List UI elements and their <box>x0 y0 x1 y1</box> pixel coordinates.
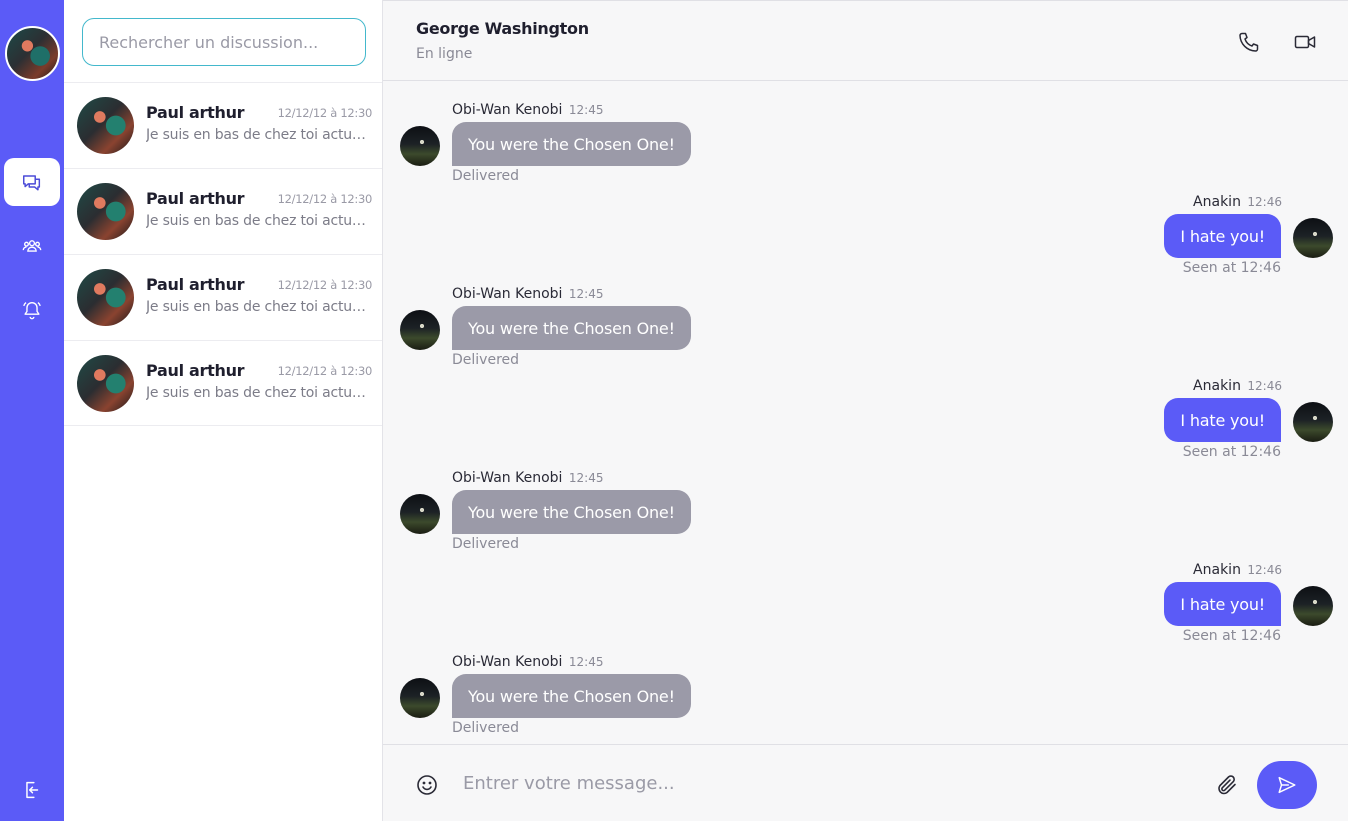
incoming-message: Obi-Wan Kenobi 12:45 You were the Chosen … <box>383 102 1348 192</box>
message-bubble[interactable]: I hate you! <box>1164 398 1281 442</box>
bell-icon <box>23 301 41 320</box>
conversation-date: 12/12/12 à 12:30 <box>277 192 373 206</box>
message-meta: Obi-Wan Kenobi 12:45 <box>452 470 604 486</box>
message-meta: Obi-Wan Kenobi 12:45 <box>452 654 604 670</box>
message-input[interactable] <box>463 765 1183 801</box>
conversation-list: Paul arthur 12/12/12 à 12:30 Je suis en … <box>64 82 382 426</box>
nav-rail <box>0 0 64 821</box>
message-time: 12:45 <box>568 103 604 117</box>
conversation-item[interactable]: Paul arthur 12/12/12 à 12:30 Je suis en … <box>64 82 382 168</box>
message-sender: Obi-Wan Kenobi <box>452 286 563 302</box>
contact-name: George Washington <box>416 19 589 38</box>
outgoing-message: Anakin 12:46 I hate you! Seen at 12:46 <box>383 562 1348 652</box>
users-group-icon <box>22 240 42 252</box>
message-time: 12:45 <box>568 655 604 669</box>
avatar <box>400 310 440 350</box>
conversation-name: Paul arthur <box>146 103 245 122</box>
conversation-item[interactable]: Paul arthur 12/12/12 à 12:30 Je suis en … <box>64 168 382 254</box>
message-bubble[interactable]: I hate you! <box>1164 582 1281 626</box>
message-sender: Obi-Wan Kenobi <box>452 470 563 486</box>
avatar <box>77 269 134 326</box>
message-time: 12:45 <box>568 471 604 485</box>
nav-groups-button[interactable] <box>4 222 60 270</box>
message-time: 12:46 <box>1247 379 1282 393</box>
conversation-item[interactable]: Paul arthur 12/12/12 à 12:30 Je suis en … <box>64 340 382 426</box>
avatar <box>400 678 440 718</box>
discussion-list: Paul arthur 12/12/12 à 12:30 Je suis en … <box>64 0 383 821</box>
conversation-preview: Je suis en bas de chez toi actuellement <box>146 385 374 401</box>
message-time: 12:46 <box>1247 195 1282 209</box>
message-bubble[interactable]: I hate you! <box>1164 214 1281 258</box>
avatar <box>1293 586 1333 626</box>
message-sender: Anakin <box>1193 562 1241 578</box>
chat-bubbles-icon <box>23 175 41 191</box>
conversation-name: Paul arthur <box>146 275 245 294</box>
voice-call-button[interactable] <box>1234 27 1264 57</box>
message-time: 12:46 <box>1247 563 1282 577</box>
message-meta: Obi-Wan Kenobi 12:45 <box>452 286 604 302</box>
incoming-message: Obi-Wan Kenobi 12:45 You were the Chosen … <box>383 286 1348 376</box>
message-meta: Anakin 12:46 <box>1193 378 1282 394</box>
incoming-message: Obi-Wan Kenobi 12:45 You were the Chosen … <box>383 470 1348 560</box>
paperclip-icon[interactable] <box>1215 773 1239 797</box>
nav-notifications-button[interactable] <box>4 286 60 334</box>
chat-header: George Washington En ligne <box>383 0 1348 81</box>
send-button[interactable] <box>1257 761 1317 809</box>
message-sender: Anakin <box>1193 194 1241 210</box>
conversation-date: 12/12/12 à 12:30 <box>277 106 373 120</box>
message-sender: Anakin <box>1193 378 1241 394</box>
video-camera-icon <box>1294 35 1316 49</box>
avatar <box>77 97 134 154</box>
message-status: Delivered <box>452 168 520 184</box>
send-icon <box>1278 776 1296 794</box>
conversation-preview: Je suis en bas de chez toi actuellement <box>146 127 374 143</box>
message-status: Delivered <box>452 720 520 736</box>
message-sender: Obi-Wan Kenobi <box>452 654 563 670</box>
contact-status: En ligne <box>416 46 473 62</box>
incoming-message: Obi-Wan Kenobi 12:45 You were the Chosen … <box>383 654 1348 744</box>
conversation-preview: Je suis en bas de chez toi actuellement <box>146 299 374 315</box>
phone-icon <box>1239 32 1259 52</box>
message-status: Delivered <box>452 536 520 552</box>
conversation-date: 12/12/12 à 12:30 <box>277 278 373 292</box>
message-meta: Anakin 12:46 <box>1193 194 1282 210</box>
emoji-icon[interactable] <box>415 773 439 797</box>
message-bubble[interactable]: You were the Chosen One! <box>452 122 691 166</box>
chat-panel: George Washington En ligne Obi-Wan Kenob… <box>383 0 1348 821</box>
message-status: Delivered <box>452 352 520 368</box>
video-call-button[interactable] <box>1290 27 1320 57</box>
conversation-name: Paul arthur <box>146 189 245 208</box>
search-input[interactable] <box>82 18 366 66</box>
user-avatar[interactable] <box>5 26 60 81</box>
outgoing-message: Anakin 12:46 I hate you! Seen at 12:46 <box>383 378 1348 468</box>
conversation-item[interactable]: Paul arthur 12/12/12 à 12:30 Je suis en … <box>64 254 382 340</box>
message-status: Seen at 12:46 <box>1182 260 1281 276</box>
logout-button[interactable] <box>4 766 60 814</box>
outgoing-message: Anakin 12:46 I hate you! Seen at 12:46 <box>383 194 1348 284</box>
conversation-date: 12/12/12 à 12:30 <box>277 364 373 378</box>
message-time: 12:45 <box>568 287 604 301</box>
avatar <box>400 126 440 166</box>
message-meta: Anakin 12:46 <box>1193 562 1282 578</box>
message-bubble[interactable]: You were the Chosen One! <box>452 490 691 534</box>
message-bubble[interactable]: You were the Chosen One! <box>452 306 691 350</box>
message-meta: Obi-Wan Kenobi 12:45 <box>452 102 604 118</box>
message-bubble[interactable]: You were the Chosen One! <box>452 674 691 718</box>
logout-icon <box>26 781 39 799</box>
conversation-preview: Je suis en bas de chez toi actuellement <box>146 213 374 229</box>
avatar <box>400 494 440 534</box>
avatar <box>77 355 134 412</box>
message-sender: Obi-Wan Kenobi <box>452 102 563 118</box>
conversation-name: Paul arthur <box>146 361 245 380</box>
avatar <box>77 183 134 240</box>
message-composer <box>383 744 1348 821</box>
avatar <box>1293 218 1333 258</box>
avatar <box>1293 402 1333 442</box>
nav-chats-button[interactable] <box>4 158 60 206</box>
message-status: Seen at 12:46 <box>1182 444 1281 460</box>
message-thread: Obi-Wan Kenobi 12:45 You were the Chosen … <box>383 82 1348 744</box>
message-status: Seen at 12:46 <box>1182 628 1281 644</box>
